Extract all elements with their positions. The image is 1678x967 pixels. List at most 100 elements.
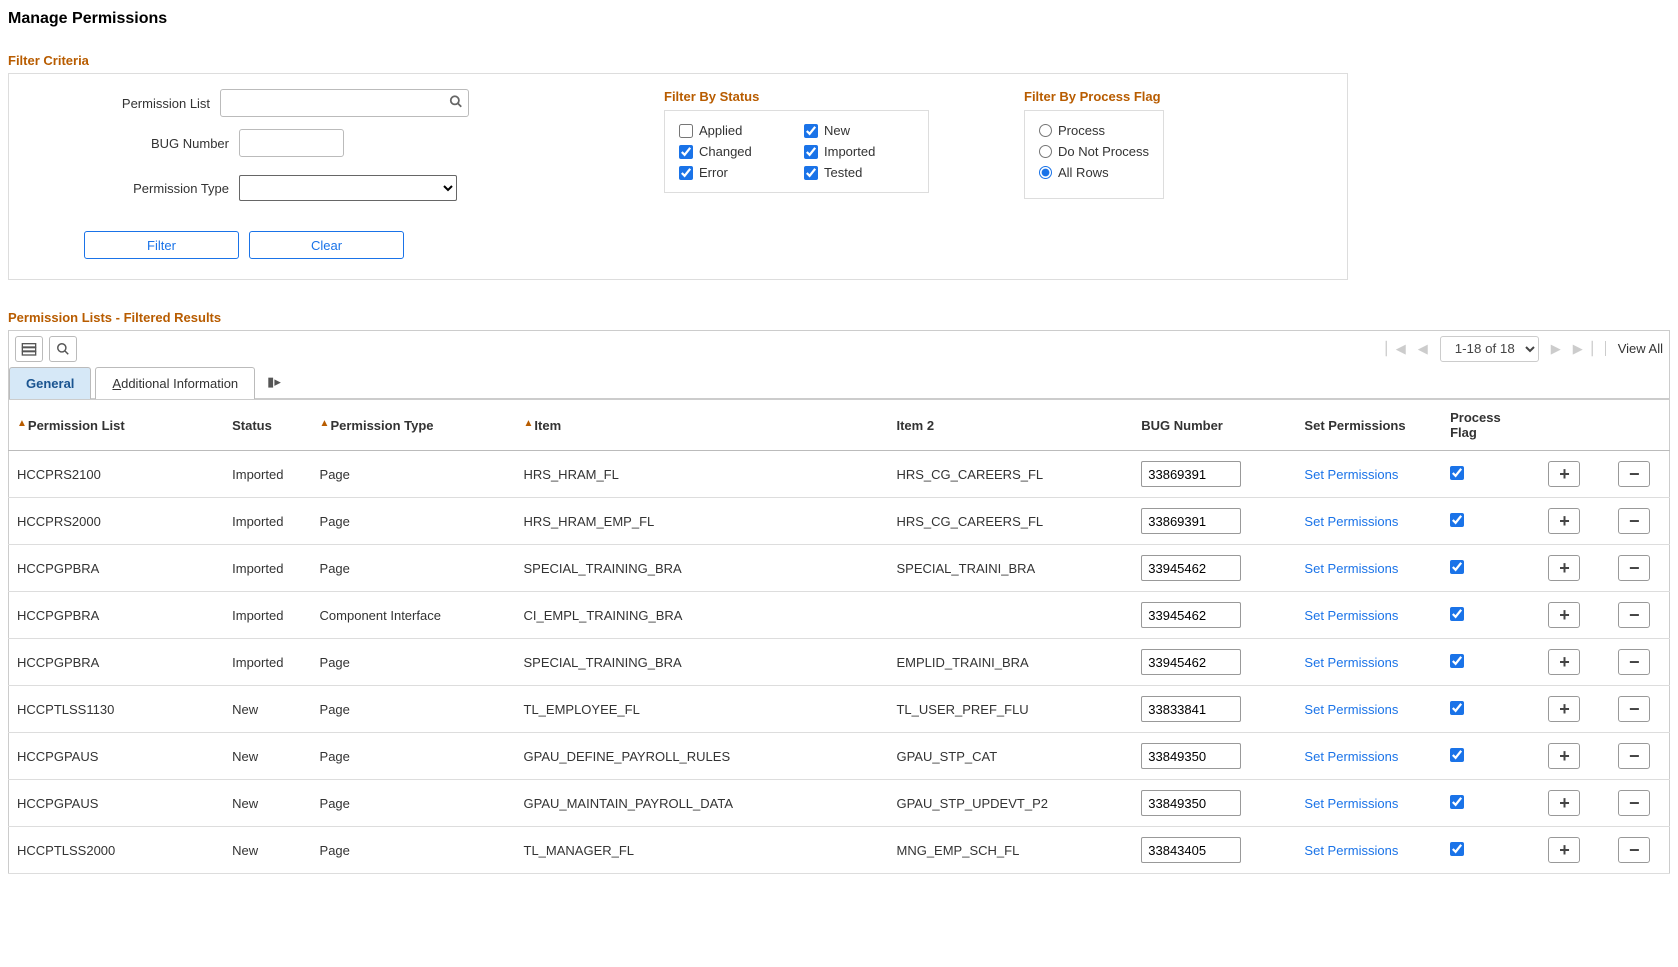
process-flag-checkbox[interactable] — [1450, 748, 1464, 762]
set-permissions-link[interactable]: Set Permissions — [1304, 796, 1398, 811]
page-range-select[interactable]: 1-18 of 18 — [1440, 336, 1539, 362]
process-flag-checkbox[interactable] — [1450, 795, 1464, 809]
delete-row-button[interactable]: − — [1618, 649, 1650, 675]
add-row-button[interactable]: + — [1548, 602, 1580, 628]
search-icon[interactable] — [449, 95, 463, 112]
delete-row-button[interactable]: − — [1618, 743, 1650, 769]
set-permissions-link[interactable]: Set Permissions — [1304, 561, 1398, 576]
cell-permission-list: HCCPTLSS2000 — [9, 827, 225, 874]
add-row-button[interactable]: + — [1548, 649, 1580, 675]
col-item[interactable]: ▲Item — [516, 400, 889, 451]
delete-row-button[interactable]: − — [1618, 461, 1650, 487]
find-icon[interactable] — [49, 336, 77, 362]
delete-row-button[interactable]: − — [1618, 555, 1650, 581]
process-flag-dnp[interactable]: Do Not Process — [1039, 144, 1149, 159]
set-permissions-link[interactable]: Set Permissions — [1304, 514, 1398, 529]
process-flag-process-label: Process — [1058, 123, 1105, 138]
add-row-button[interactable]: + — [1548, 837, 1580, 863]
status-applied[interactable]: Applied — [679, 123, 804, 138]
cell-status: Imported — [224, 592, 311, 639]
process-flag-checkbox[interactable] — [1450, 560, 1464, 574]
col-permission-list[interactable]: ▲Permission List — [9, 400, 225, 451]
set-permissions-link[interactable]: Set Permissions — [1304, 749, 1398, 764]
cell-permission-type: Page — [312, 545, 516, 592]
set-permissions-link[interactable]: Set Permissions — [1304, 702, 1398, 717]
bug-number-cell-input[interactable] — [1141, 790, 1241, 816]
permission-list-input[interactable] — [220, 89, 469, 117]
cell-permission-list: HCCPRS2100 — [9, 451, 225, 498]
add-row-button[interactable]: + — [1548, 743, 1580, 769]
cell-item2: EMPLID_TRAINI_BRA — [888, 639, 1133, 686]
status-tested[interactable]: Tested — [804, 165, 914, 180]
bug-number-cell-input[interactable] — [1141, 696, 1241, 722]
next-page-icon[interactable]: ▶ — [1551, 341, 1561, 357]
cell-item2: MNG_EMP_SCH_FL — [888, 827, 1133, 874]
add-row-button[interactable]: + — [1548, 555, 1580, 581]
process-flag-all[interactable]: All Rows — [1039, 165, 1149, 180]
filter-fields: Permission List BUG Number Permission Ty… — [29, 89, 469, 213]
delete-row-button[interactable]: − — [1618, 602, 1650, 628]
cell-status: Imported — [224, 451, 311, 498]
delete-row-button[interactable]: − — [1618, 790, 1650, 816]
delete-row-button[interactable]: − — [1618, 508, 1650, 534]
process-flag-checkbox[interactable] — [1450, 654, 1464, 668]
cell-item: CI_EMPL_TRAINING_BRA — [516, 592, 889, 639]
process-flag-checkbox[interactable] — [1450, 607, 1464, 621]
col-process-flag[interactable]: Process Flag — [1442, 400, 1529, 451]
set-permissions-link[interactable]: Set Permissions — [1304, 467, 1398, 482]
set-permissions-link[interactable]: Set Permissions — [1304, 608, 1398, 623]
filter-button[interactable]: Filter — [84, 231, 239, 259]
filter-by-status-title: Filter By Status — [664, 89, 929, 104]
process-flag-process[interactable]: Process — [1039, 123, 1149, 138]
add-row-button[interactable]: + — [1548, 461, 1580, 487]
bug-number-cell-input[interactable] — [1141, 461, 1241, 487]
col-set-permissions[interactable]: Set Permissions — [1296, 400, 1442, 451]
bug-number-cell-input[interactable] — [1141, 602, 1241, 628]
process-flag-checkbox[interactable] — [1450, 513, 1464, 527]
bug-number-cell-input[interactable] — [1141, 508, 1241, 534]
status-changed[interactable]: Changed — [679, 144, 804, 159]
process-flag-checkbox[interactable] — [1450, 701, 1464, 715]
results-title: Permission Lists - Filtered Results — [8, 310, 1670, 325]
cell-permission-list: HCCPGPBRA — [9, 545, 225, 592]
view-all-link[interactable]: View All — [1605, 341, 1663, 356]
personalize-icon[interactable] — [15, 336, 43, 362]
table-row: HCCPGPBRAImportedPageSPECIAL_TRAINING_BR… — [9, 639, 1670, 686]
first-page-icon[interactable]: ▏◀ — [1386, 341, 1406, 357]
set-permissions-link[interactable]: Set Permissions — [1304, 843, 1398, 858]
bug-number-cell-input[interactable] — [1141, 743, 1241, 769]
process-flag-checkbox[interactable] — [1450, 842, 1464, 856]
status-error[interactable]: Error — [679, 165, 804, 180]
bug-number-cell-input[interactable] — [1141, 555, 1241, 581]
delete-row-button[interactable]: − — [1618, 837, 1650, 863]
cell-permission-list: HCCPGPAUS — [9, 780, 225, 827]
tab-general[interactable]: General — [9, 367, 91, 399]
col-bug-number[interactable]: BUG Number — [1133, 400, 1296, 451]
last-page-icon[interactable]: ▶▕ — [1573, 341, 1593, 357]
status-imported[interactable]: Imported — [804, 144, 914, 159]
cell-status: Imported — [224, 498, 311, 545]
cell-status: New — [224, 827, 311, 874]
add-row-button[interactable]: + — [1548, 790, 1580, 816]
bug-number-cell-input[interactable] — [1141, 649, 1241, 675]
set-permissions-link[interactable]: Set Permissions — [1304, 655, 1398, 670]
bug-number-input[interactable] — [239, 129, 344, 157]
process-flag-checkbox[interactable] — [1450, 466, 1464, 480]
table-row: HCCPGPBRAImportedPageSPECIAL_TRAINING_BR… — [9, 545, 1670, 592]
prev-page-icon[interactable]: ◀ — [1418, 341, 1428, 357]
status-new-label: New — [824, 123, 850, 138]
clear-button[interactable]: Clear — [249, 231, 404, 259]
show-all-columns-icon[interactable]: ▮▸ — [259, 374, 289, 390]
add-row-button[interactable]: + — [1548, 696, 1580, 722]
permission-type-select[interactable] — [239, 175, 457, 201]
add-row-button[interactable]: + — [1548, 508, 1580, 534]
delete-row-button[interactable]: − — [1618, 696, 1650, 722]
tab-additional-information[interactable]: Additional Information — [95, 367, 255, 399]
bug-number-cell-input[interactable] — [1141, 837, 1241, 863]
col-permission-type[interactable]: ▲Permission Type — [312, 400, 516, 451]
col-item2[interactable]: Item 2 — [888, 400, 1133, 451]
status-new[interactable]: New — [804, 123, 914, 138]
bug-number-label: BUG Number — [29, 136, 239, 151]
col-status[interactable]: Status — [224, 400, 311, 451]
cell-item: GPAU_DEFINE_PAYROLL_RULES — [516, 733, 889, 780]
